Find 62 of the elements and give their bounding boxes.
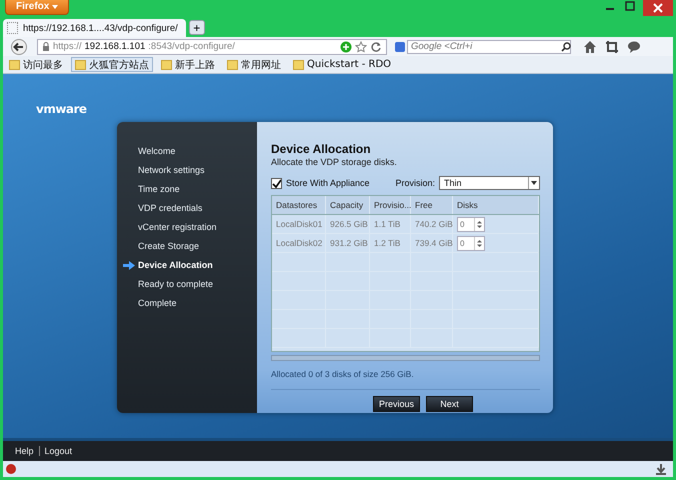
wizard-step[interactable]: vCenter registration	[117, 218, 217, 237]
home-icon[interactable]	[583, 40, 597, 54]
bookmark-item[interactable]: 火狐官方站点	[71, 57, 153, 72]
column-header[interactable]: Free	[411, 196, 453, 214]
arrow-icon	[123, 261, 135, 270]
provision-dropdown[interactable]: Thin	[439, 176, 540, 190]
search-field[interactable]: Google <Ctrl+i	[407, 40, 571, 54]
crop-icon[interactable]	[605, 40, 619, 54]
wizard-step[interactable]: Welcome	[117, 142, 176, 161]
column-header[interactable]: Disks	[453, 196, 539, 214]
close-icon[interactable]	[643, 0, 673, 16]
table-cell: LocalDisk02	[272, 234, 326, 252]
wizard-step[interactable]: Create Storage	[117, 237, 200, 256]
wizard-button[interactable]: Previous	[373, 396, 420, 412]
spinner-arrows-icon[interactable]	[477, 220, 482, 228]
bookmark-item[interactable]: 常用网址	[223, 57, 285, 72]
spinner-arrows-icon[interactable]	[477, 238, 482, 248]
wizard-step[interactable]: Time zone	[117, 180, 180, 199]
new-tab-button[interactable]: +	[188, 20, 205, 35]
wizard-button[interactable]: Next	[426, 396, 473, 412]
wizard-step[interactable]: Device Allocation	[117, 256, 213, 275]
star-icon[interactable]	[355, 40, 367, 52]
page-title: Device Allocation	[271, 142, 371, 156]
go-icon[interactable]	[340, 40, 352, 52]
footer-link[interactable]: Logout	[44, 446, 72, 456]
reload-icon[interactable]	[370, 40, 382, 52]
footer-link[interactable]: Help	[15, 446, 34, 456]
caret-icon	[531, 181, 537, 185]
url-field[interactable]: https:// 192.168.1.101 :8543/vdp-configure/	[37, 38, 387, 54]
provision-label: Provision:	[395, 178, 435, 188]
table-cell: 739.4 GiB	[411, 234, 453, 252]
bookmark-item[interactable]: 访问最多	[5, 57, 67, 72]
vmware-logo: vmware	[36, 102, 87, 116]
wizard-step[interactable]: Complete	[117, 294, 177, 313]
table-cell: 740.2 GiB	[411, 215, 453, 233]
page-subtitle: Allocate the VDP storage disks.	[271, 157, 397, 167]
table-cell: 1.2 TiB	[370, 234, 411, 252]
bookmark-item[interactable]: Quickstart - RDO	[289, 57, 396, 72]
maximize-icon[interactable]	[623, 0, 637, 12]
checkmark-icon	[272, 178, 281, 188]
store-with-appliance-checkbox[interactable]: Store With Appliance	[271, 178, 370, 188]
column-header[interactable]: Datastores	[272, 196, 326, 214]
wizard-step[interactable]: Network settings	[117, 161, 205, 180]
column-header[interactable]: Provisio...	[370, 196, 411, 214]
disks-spinner[interactable]: 0	[457, 216, 485, 232]
lock-icon	[42, 42, 50, 51]
table-cell: 931.2 GiB	[326, 234, 370, 252]
caret-icon	[52, 5, 58, 9]
wizard-step[interactable]: VDP credentials	[117, 199, 202, 218]
table-cell: 926.5 GiB	[326, 215, 370, 233]
browser-tab[interactable]: https://192.168.1....43/vdp-configure/	[3, 19, 186, 37]
search-icon	[561, 42, 571, 52]
chat-icon[interactable]	[627, 40, 641, 54]
column-header[interactable]: Capacity	[326, 196, 370, 214]
wizard-step[interactable]: Ready to complete	[117, 275, 214, 294]
table-cell: LocalDisk01	[272, 215, 326, 233]
table-cell: 1.1 TiB	[370, 215, 411, 233]
download-icon[interactable]	[655, 463, 667, 475]
bookmark-item[interactable]: 新手上路	[157, 57, 219, 72]
back-icon[interactable]	[9, 38, 29, 54]
disks-spinner[interactable]: 0	[457, 236, 485, 250]
allocation-status: Allocated 0 of 3 disks of size 256 GiB.	[271, 369, 414, 379]
